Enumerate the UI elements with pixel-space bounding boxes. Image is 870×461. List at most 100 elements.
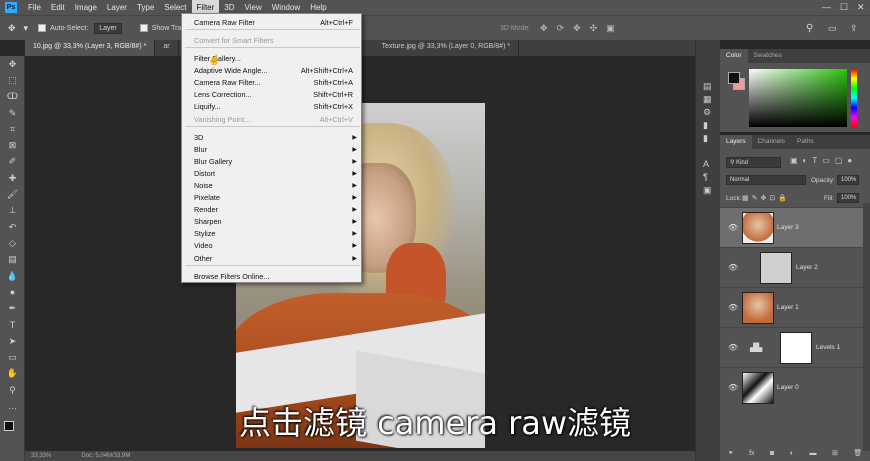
move-tool-icon[interactable]: ✥	[0, 56, 25, 72]
menu-item-label: Convert for Smart Filters	[194, 35, 274, 45]
fg-swatch[interactable]	[728, 72, 740, 84]
tool-preset-chevron-icon[interactable]: ▾	[24, 23, 29, 34]
menu-item-blur[interactable]: Blur ▶	[182, 143, 363, 155]
tab-doc-2[interactable]: ar	[155, 40, 179, 56]
tab-doc-3[interactable]: Texture.jpg @ 33,3% (Layer 0, RGB/8#) *	[374, 40, 520, 56]
menu-item-convert-for-smart-filters: Convert for Smart Filters	[182, 34, 363, 46]
new-layer-icon[interactable]: ⊞	[832, 449, 838, 457]
menu-layer[interactable]: Layer	[102, 0, 132, 15]
eye-icon[interactable]: 👁	[728, 263, 738, 272]
lock-icons[interactable]: ▦✎✥⊡🔒	[742, 194, 790, 202]
menu-item-render[interactable]: Render ▶	[182, 203, 363, 215]
tab-doc-1[interactable]: 10.jpg @ 33,3% (Layer 3, RGB/8#) *	[25, 40, 156, 56]
menu-item-other[interactable]: Other ▶	[182, 252, 363, 264]
menu-item-blur-gallery[interactable]: Blur Gallery ▶	[182, 155, 363, 167]
move-tool-icon[interactable]: ✥	[8, 23, 16, 34]
type-tool-icon[interactable]: T	[0, 317, 25, 333]
menu-file[interactable]: File	[23, 0, 46, 15]
workspace-icon[interactable]: ▭	[828, 23, 837, 34]
menu-item-pixelate[interactable]: Pixelate ▶	[182, 191, 363, 203]
menu-item-label: Video	[194, 240, 213, 250]
menu-item-browse-filters-online[interactable]: Browse Filters Online...	[182, 270, 363, 282]
menu-item-liquify[interactable]: Liquify... Shift+Ctrl+X	[182, 100, 363, 112]
menu-item-camera-raw-filter[interactable]: Camera Raw Filter Alt+Ctrl+F	[182, 16, 363, 28]
menu-item-label: Adaptive Wide Angle...	[194, 65, 268, 75]
menu-item-label: 3D	[194, 132, 204, 142]
tab-channels[interactable]: Channels	[752, 135, 791, 149]
gradient-tool-icon[interactable]: ▤	[0, 252, 25, 268]
mask-icon[interactable]: ◙	[770, 450, 774, 457]
3d-tools-icons[interactable]: ✥⟳✥✣▣	[540, 23, 624, 34]
stamp-tool-icon[interactable]: ⊥	[0, 203, 25, 219]
tab-swatches[interactable]: Swatches	[748, 49, 788, 63]
layer-row[interactable]: 👁 Layer 1	[720, 287, 863, 327]
menu-item-noise[interactable]: Noise ▶	[182, 179, 363, 191]
filter-menu-dropdown: Camera Raw Filter Alt+Ctrl+F Convert for S…	[181, 13, 362, 283]
folder-icon[interactable]: ▬	[809, 450, 816, 457]
frame-tool-icon[interactable]: ⊠	[0, 137, 25, 153]
trash-icon[interactable]: 🗑	[853, 449, 862, 457]
eye-icon[interactable]: 👁	[728, 303, 738, 312]
link-icon[interactable]: ⚭	[728, 449, 734, 457]
panel-icons[interactable]: ▤ ▦ ⚙ ▮ ▮ A ¶ ▣	[703, 80, 712, 197]
auto-select-dropdown[interactable]: Layer	[94, 22, 122, 34]
color-picker-field[interactable]	[749, 69, 847, 127]
tab-layers[interactable]: Layers	[720, 135, 752, 149]
quick-select-tool-icon[interactable]: ✎	[0, 105, 25, 121]
healing-tool-icon[interactable]: ✚	[0, 170, 25, 186]
layer-row[interactable]: 👁 ▟▙ Levels 1	[720, 327, 863, 367]
eye-icon[interactable]: 👁	[728, 223, 738, 232]
blend-mode-dropdown[interactable]: Normal	[726, 175, 806, 185]
show-transform-checkbox[interactable]	[139, 24, 148, 32]
search-icon[interactable]: ⚲	[806, 23, 813, 34]
layer-row[interactable]: 👁 Layer 3	[720, 207, 863, 247]
menu-item-label: Camera Raw Filter	[194, 17, 255, 27]
tab-color[interactable]: Color	[720, 49, 748, 63]
fx-icon[interactable]: fx	[749, 450, 754, 457]
eye-icon[interactable]: 👁	[728, 343, 738, 352]
marquee-tool-icon[interactable]: ⬚	[0, 72, 25, 88]
layer-row[interactable]: 👁 Layer 2	[720, 247, 863, 287]
hue-slider[interactable]	[851, 69, 857, 127]
zoom-tool-icon[interactable]: ⚲	[0, 382, 25, 398]
menu-item-camera-raw-filter[interactable]: Camera Raw Filter... Shift+Ctrl+A	[182, 76, 363, 88]
menu-item-3d[interactable]: 3D ▶	[182, 131, 363, 143]
minimize-icon[interactable]: —	[822, 2, 831, 12]
share-icon[interactable]: ⇪	[850, 23, 858, 34]
eye-icon[interactable]: 👁	[728, 383, 738, 392]
shape-tool-icon[interactable]: ▭	[0, 349, 25, 365]
maximize-icon[interactable]: ☐	[840, 2, 848, 13]
menu-item-video[interactable]: Video ▶	[182, 239, 363, 251]
brush-tool-icon[interactable]: 🖌	[0, 186, 25, 202]
filter-icons[interactable]: ▣◐T▭▢●	[790, 156, 857, 165]
menu-type[interactable]: Type	[132, 0, 159, 15]
dodge-tool-icon[interactable]: ●	[0, 284, 25, 300]
eyedropper-tool-icon[interactable]: ✐	[0, 154, 25, 170]
lock-label: Lock:	[726, 195, 742, 202]
blur-tool-icon[interactable]: 💧	[0, 268, 25, 284]
opacity-input[interactable]: 100%	[837, 175, 859, 185]
menu-item-lens-correction[interactable]: Lens Correction... Shift+Ctrl+R	[182, 88, 363, 100]
menu-image[interactable]: Image	[70, 0, 102, 15]
pen-tool-icon[interactable]: ✒	[0, 300, 25, 316]
adjustment-icon[interactable]: ◐	[790, 450, 794, 457]
crop-tool-icon[interactable]: ⌗	[0, 121, 25, 137]
lasso-tool-icon[interactable]: ↀ	[0, 89, 25, 105]
menu-item-sharpen[interactable]: Sharpen ▶	[182, 215, 363, 227]
tab-paths[interactable]: Paths	[791, 135, 820, 149]
path-select-tool-icon[interactable]: ➤	[0, 333, 25, 349]
fill-input[interactable]: 100%	[837, 193, 859, 203]
menu-item-distort[interactable]: Distort ▶	[182, 167, 363, 179]
close-icon[interactable]: ✕	[857, 2, 865, 13]
color-panel	[720, 63, 870, 132]
history-brush-icon[interactable]: ↶	[0, 219, 25, 235]
menu-item-stylize[interactable]: Stylize ▶	[182, 227, 363, 239]
menu-edit[interactable]: Edit	[46, 0, 70, 15]
menu-item-shortcut: Alt+Shift+Ctrl+A	[300, 65, 353, 75]
kind-filter-dropdown[interactable]: ⚲ Kind	[726, 157, 781, 168]
hand-tool-icon[interactable]: ✋	[0, 366, 25, 382]
eraser-tool-icon[interactable]: ◇	[0, 235, 25, 251]
auto-select-checkbox[interactable]	[38, 24, 47, 32]
zoom-level[interactable]: 33,33%	[31, 453, 51, 459]
layer-name: Layer 2	[796, 264, 818, 271]
